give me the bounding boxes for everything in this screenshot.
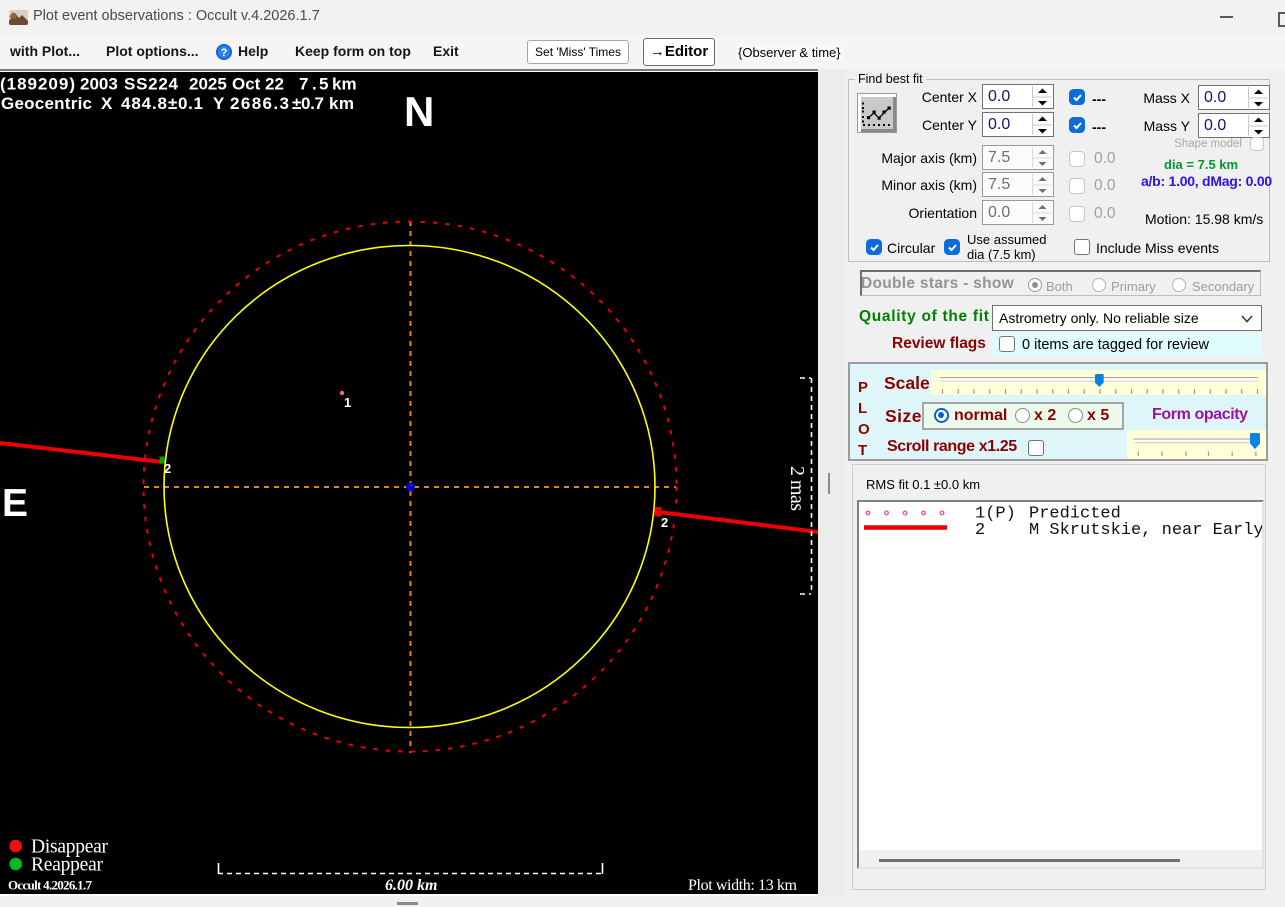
svg-text:Geocentric: Geocentric bbox=[1, 94, 92, 113]
svg-text:5: 5 bbox=[319, 75, 328, 94]
svg-text:Plot width: 13 km: Plot width: 13 km bbox=[688, 877, 798, 894]
svg-text:E: E bbox=[2, 482, 28, 525]
svg-text:X: X bbox=[101, 94, 113, 113]
svg-text:7: 7 bbox=[299, 75, 308, 94]
svg-text:km: km bbox=[329, 94, 354, 113]
svg-text:Reappear: Reappear bbox=[31, 855, 104, 876]
svg-text:M Skrutskie, near Early: M Skrutskie, near Early bbox=[1029, 521, 1262, 540]
svg-text:km: km bbox=[332, 75, 357, 94]
svg-text:Oct: Oct bbox=[232, 75, 261, 94]
svg-text:2: 2 bbox=[164, 461, 171, 476]
svg-text:1: 1 bbox=[344, 395, 351, 410]
svg-text:?: ? bbox=[221, 47, 228, 59]
svg-text:22: 22 bbox=[265, 75, 284, 94]
svg-text:2025: 2025 bbox=[189, 75, 227, 94]
svg-text:2686.3: 2686.3 bbox=[230, 94, 289, 113]
svg-text:Occult 4.2026.1.7: Occult 4.2026.1.7 bbox=[8, 878, 93, 893]
svg-text:6.00 km: 6.00 km bbox=[385, 877, 437, 894]
svg-text:2: 2 bbox=[661, 515, 668, 530]
svg-text:2 mas: 2 mas bbox=[786, 466, 808, 511]
svg-text:2: 2 bbox=[975, 521, 985, 540]
svg-text:(189209): (189209) bbox=[0, 75, 75, 94]
svg-text:N: N bbox=[404, 88, 434, 135]
svg-text:484.8: 484.8 bbox=[121, 94, 167, 113]
svg-text:±0.7: ±0.7 bbox=[292, 94, 324, 113]
svg-text:Y: Y bbox=[213, 94, 225, 113]
svg-text:SS224: SS224 bbox=[124, 75, 179, 94]
svg-text:.: . bbox=[312, 75, 317, 94]
svg-text:2003: 2003 bbox=[80, 75, 118, 94]
svg-text:±0.1: ±0.1 bbox=[168, 94, 203, 113]
